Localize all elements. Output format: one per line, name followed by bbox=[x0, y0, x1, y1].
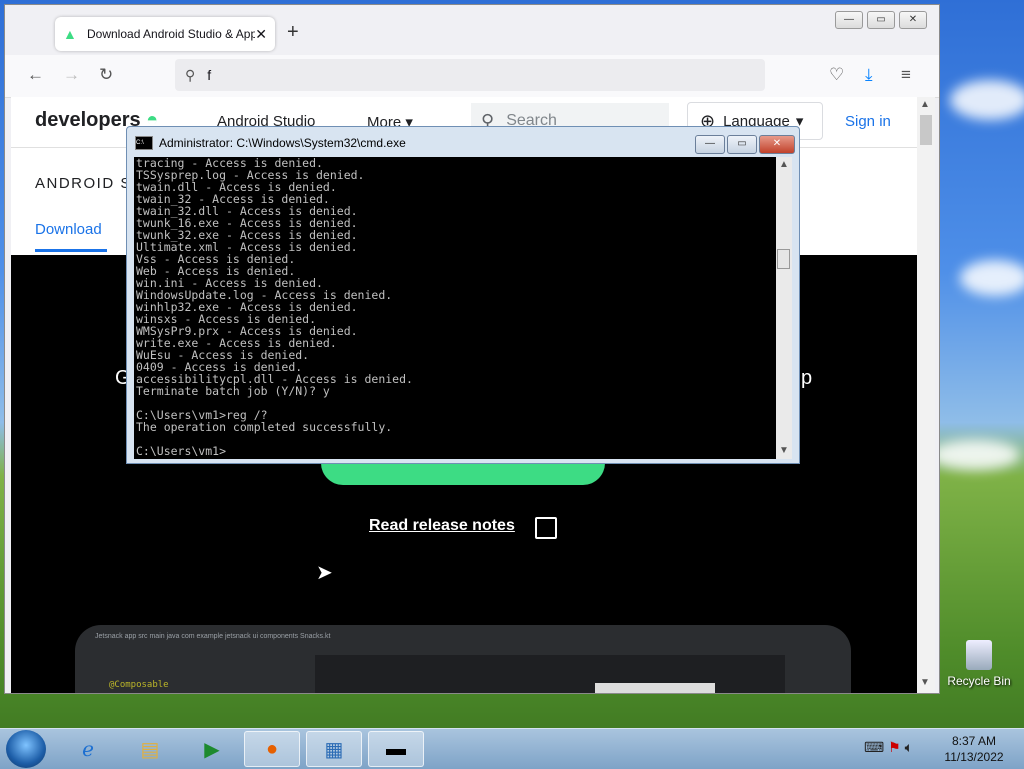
recycle-bin-icon bbox=[966, 640, 992, 670]
system-tray: ⌨ ⚑ 🔈︎ bbox=[864, 739, 913, 756]
tab-close-icon[interactable]: ✕ bbox=[255, 26, 267, 43]
ide-screenshot: Jetsnack app src main java com example j… bbox=[75, 625, 851, 693]
scroll-up-icon[interactable]: ▲ bbox=[920, 99, 930, 110]
forward-icon[interactable]: → bbox=[63, 65, 80, 85]
firefox-icon[interactable]: ● bbox=[244, 731, 300, 767]
tab-active-indicator bbox=[35, 249, 107, 252]
tab-download[interactable]: Download bbox=[35, 221, 102, 238]
desktop-cloud bbox=[960, 260, 1024, 296]
cmd-console-output[interactable]: tracing - Access is denied. TSSysprep.lo… bbox=[134, 157, 776, 459]
clock-date: 11/13/2022 bbox=[944, 750, 1004, 764]
scroll-up-icon[interactable]: ▲ bbox=[779, 159, 789, 170]
close-button[interactable]: ✕ bbox=[899, 11, 927, 29]
desktop-cloud bbox=[950, 80, 1024, 120]
cmd-title: Administrator: C:\Windows\System32\cmd.e… bbox=[159, 136, 406, 150]
control-panel-icon[interactable]: ▦ bbox=[306, 731, 362, 767]
volume-icon[interactable]: 🔈︎ bbox=[905, 739, 913, 755]
recycle-bin-label: Recycle Bin bbox=[947, 674, 1011, 688]
scrollbar-thumb[interactable] bbox=[920, 115, 932, 145]
cmd-scrollbar[interactable]: ▲ ▼ bbox=[776, 157, 792, 459]
downloads-icon[interactable]: ⤓ bbox=[865, 65, 873, 85]
cmd-window: C:\ Administrator: C:\Windows\System32\c… bbox=[126, 126, 800, 464]
tab-strip: ▲ Download Android Studio & App ✕ + — ▭ … bbox=[5, 5, 939, 55]
cmd-maximize-button[interactable]: ▭ bbox=[727, 135, 757, 154]
new-tab-button[interactable]: + bbox=[287, 21, 299, 44]
clock-time: 8:37 AM bbox=[951, 734, 997, 748]
desktop-cloud bbox=[930, 440, 1020, 470]
cmd-scrollbar-thumb[interactable] bbox=[777, 249, 790, 269]
browser-tab[interactable]: ▲ Download Android Studio & App ✕ bbox=[55, 17, 275, 51]
ide-code: @Composable bbox=[109, 680, 169, 690]
search-icon: ⚲ bbox=[185, 66, 196, 83]
clock[interactable]: 8:37 AM 11/13/2022 bbox=[942, 733, 1006, 765]
media-player-icon[interactable]: ▶ bbox=[184, 731, 240, 767]
cmd-close-button[interactable]: ✕ bbox=[759, 135, 795, 154]
recycle-bin[interactable]: Recycle Bin bbox=[944, 640, 1014, 688]
action-center-icon[interactable]: ⚑ bbox=[888, 739, 901, 755]
back-icon[interactable]: ← bbox=[27, 65, 44, 85]
logo-text: developers bbox=[35, 109, 141, 131]
url-bar[interactable]: ⚲ f bbox=[175, 59, 765, 91]
scroll-down-icon[interactable]: ▼ bbox=[779, 445, 789, 456]
cmd-icon: C:\ bbox=[135, 136, 153, 150]
notes-icon bbox=[535, 517, 557, 539]
cmd-minimize-button[interactable]: — bbox=[695, 135, 725, 154]
page-subheading: ANDROID S bbox=[35, 175, 132, 192]
reload-icon[interactable]: ↻ bbox=[99, 65, 113, 85]
cmd-taskbar-icon[interactable]: ▬ bbox=[368, 731, 424, 767]
mouse-cursor-icon: ➤ bbox=[316, 562, 333, 584]
network-icon[interactable]: ⌨ bbox=[864, 739, 884, 755]
file-explorer-icon[interactable]: ▤ bbox=[122, 731, 178, 767]
start-button[interactable] bbox=[6, 730, 46, 768]
hero-text-fragment: p bbox=[801, 367, 813, 389]
ide-preview bbox=[595, 683, 715, 693]
nav-toolbar: ← → ↻ ⚲ f ♡ ⤓ ≡ bbox=[5, 55, 939, 98]
android-favicon-icon: ▲ bbox=[63, 26, 77, 42]
taskbar: ℯ ▤ ▶ ● ▦ ▬ ⌨ ⚑ 🔈︎ 8:37 AM 11/13/2022 bbox=[0, 728, 1024, 769]
page-scrollbar[interactable]: ▲ ▼ bbox=[917, 97, 935, 693]
release-notes-link[interactable]: Read release notes bbox=[369, 517, 515, 535]
minimize-button[interactable]: — bbox=[835, 11, 863, 29]
menu-icon[interactable]: ≡ bbox=[901, 65, 911, 85]
sign-in-link[interactable]: Sign in bbox=[845, 113, 891, 130]
internet-explorer-icon[interactable]: ℯ bbox=[60, 731, 116, 767]
pocket-icon[interactable]: ♡ bbox=[829, 65, 844, 85]
maximize-button[interactable]: ▭ bbox=[867, 11, 895, 29]
ide-toolbar: Jetsnack app src main java com example j… bbox=[95, 633, 331, 640]
tab-title: Download Android Studio & App bbox=[87, 27, 255, 41]
scroll-down-icon[interactable]: ▼ bbox=[920, 677, 930, 688]
cmd-titlebar[interactable]: C:\ Administrator: C:\Windows\System32\c… bbox=[135, 131, 406, 155]
url-text: f bbox=[207, 67, 212, 83]
